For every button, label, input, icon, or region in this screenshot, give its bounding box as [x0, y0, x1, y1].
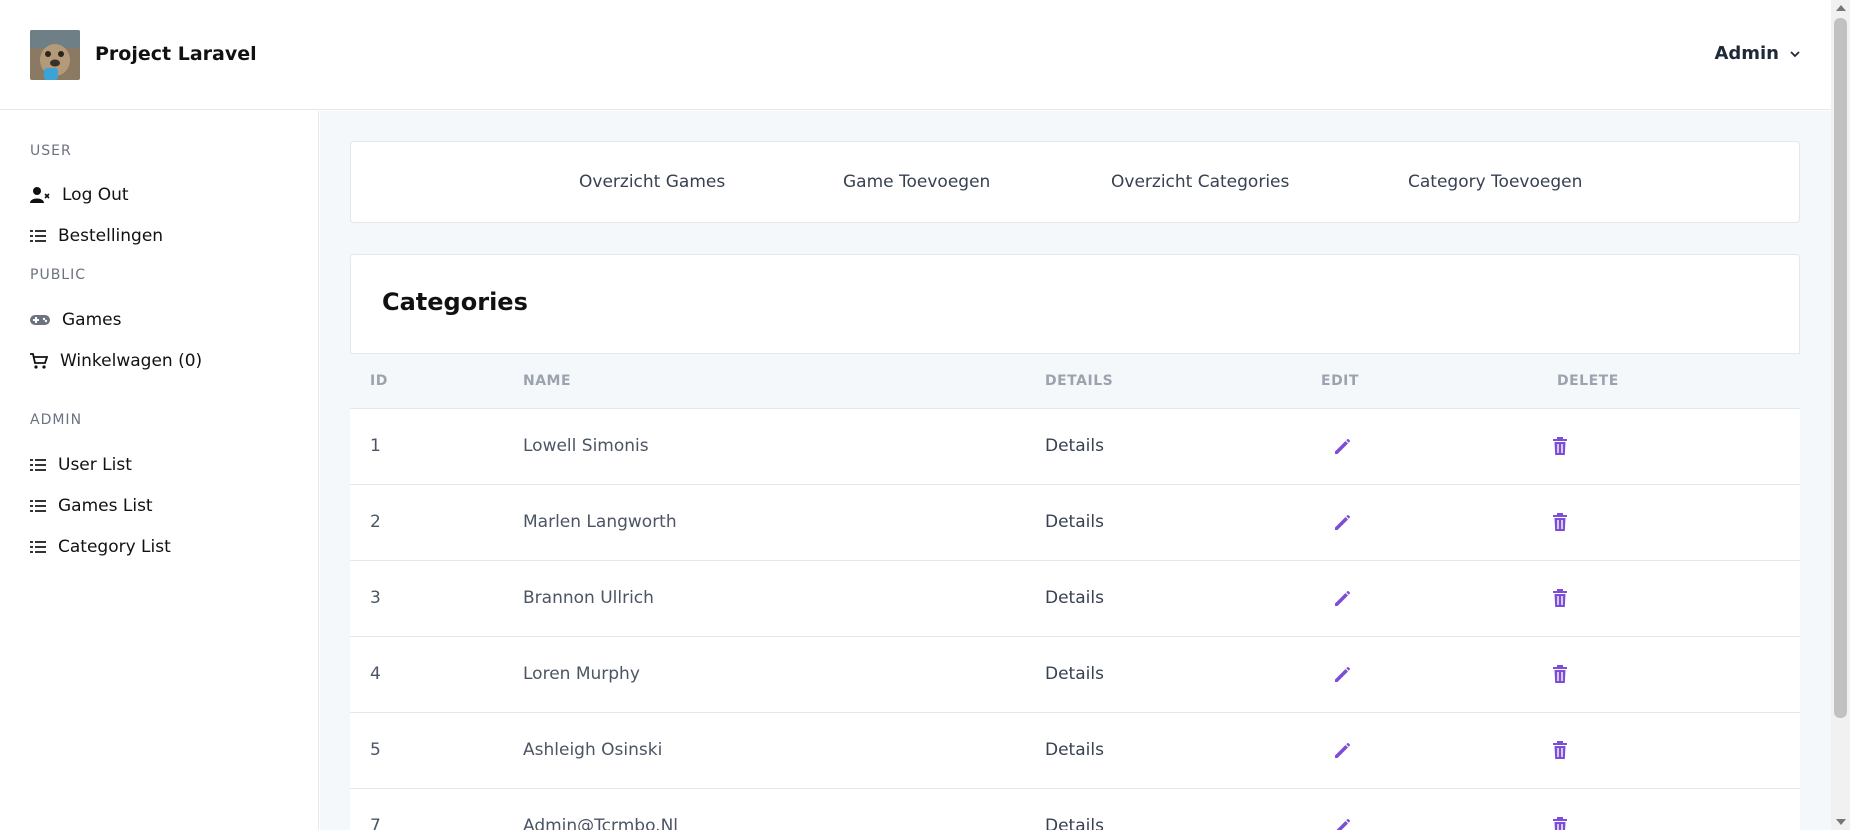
top-header: Project Laravel Admin — [0, 0, 1831, 110]
row-name: Marlen Langworth — [523, 512, 677, 532]
nav-overzicht-categories[interactable]: Overzicht Categories — [1111, 172, 1289, 192]
delete-trash-icon[interactable] — [1548, 738, 1572, 762]
details-link[interactable]: Details — [1045, 664, 1104, 684]
page-scrollbar[interactable] — [1831, 0, 1850, 830]
row-id: 7 — [370, 816, 381, 830]
row-id: 3 — [370, 588, 381, 608]
edit-pencil-icon[interactable] — [1331, 662, 1355, 686]
sidebar-section-user: USER — [30, 143, 72, 159]
sidebar-item-games-list[interactable]: Games List — [30, 496, 153, 516]
sidebar-section-public: PUBLIC — [30, 267, 86, 283]
sidebar-item-games[interactable]: Games — [30, 310, 121, 330]
details-link[interactable]: Details — [1045, 740, 1104, 760]
gamepad-icon — [30, 315, 50, 325]
delete-trash-icon[interactable] — [1548, 814, 1572, 830]
brand-logo[interactable] — [30, 30, 80, 80]
row-id: 5 — [370, 740, 381, 760]
table-row: 5 Ashleigh Osinski Details — [350, 713, 1800, 789]
categories-table: ID NAME DETAILS EDIT DELETE 1 Lowell Sim… — [350, 354, 1800, 830]
details-link[interactable]: Details — [1045, 816, 1104, 830]
admin-topnav: Overzicht Games Game Toevoegen Overzicht… — [350, 141, 1800, 223]
row-name: Admin@Tcrmbo.Nl — [523, 816, 679, 830]
sidebar-item-label: Games List — [58, 496, 153, 516]
row-id: 2 — [370, 512, 381, 532]
nav-overzicht-games[interactable]: Overzicht Games — [579, 172, 725, 192]
sidebar-item-user-list[interactable]: User List — [30, 455, 132, 475]
delete-trash-icon[interactable] — [1548, 510, 1572, 534]
column-header-id: ID — [370, 373, 388, 389]
cart-icon — [30, 353, 48, 369]
sidebar-item-label: Category List — [58, 537, 171, 557]
page-title: Categories — [382, 288, 528, 316]
sidebar-item-bestellingen[interactable]: Bestellingen — [30, 226, 163, 246]
sidebar-item-label: Bestellingen — [58, 226, 164, 246]
sidebar-item-category-list[interactable]: Category List — [30, 537, 171, 557]
list-icon — [30, 500, 46, 512]
categories-card-header: Categories — [350, 254, 1800, 354]
column-header-details: DETAILS — [1045, 373, 1114, 389]
delete-trash-icon[interactable] — [1548, 434, 1572, 458]
details-link[interactable]: Details — [1045, 436, 1104, 456]
sidebar-item-label: Log Out — [62, 185, 129, 205]
sidebar-item-label: Games — [62, 310, 122, 330]
column-header-edit: EDIT — [1321, 373, 1359, 389]
sidebar-section-admin: ADMIN — [30, 412, 83, 428]
user-menu-label: Admin — [1714, 43, 1779, 64]
sidebar-item-label: User List — [58, 455, 132, 475]
row-id: 4 — [370, 664, 381, 684]
list-icon — [30, 541, 46, 553]
user-x-icon — [30, 187, 50, 203]
edit-pencil-icon[interactable] — [1331, 738, 1355, 762]
row-name: Brannon Ullrich — [523, 588, 654, 608]
main-content: Overzicht Games Game Toevoegen Overzicht… — [320, 111, 1831, 830]
nav-category-toevoegen[interactable]: Category Toevoegen — [1408, 172, 1582, 192]
row-id: 1 — [370, 436, 381, 456]
scrollbar-thumb[interactable] — [1834, 18, 1847, 718]
list-icon — [30, 230, 46, 242]
table-row: 1 Lowell Simonis Details — [350, 409, 1800, 485]
brand-title[interactable]: Project Laravel — [95, 43, 257, 65]
sidebar-item-winkelwagen[interactable]: Winkelwagen (0) — [30, 351, 202, 371]
table-row: 2 Marlen Langworth Details — [350, 485, 1800, 561]
sidebar-item-log-out[interactable]: Log Out — [30, 185, 129, 205]
delete-trash-icon[interactable] — [1548, 662, 1572, 686]
edit-pencil-icon[interactable] — [1331, 586, 1355, 610]
list-icon — [30, 459, 46, 471]
edit-pencil-icon[interactable] — [1331, 434, 1355, 458]
row-name: Lowell Simonis — [523, 436, 649, 456]
scroll-up-arrow-icon[interactable] — [1836, 5, 1846, 11]
user-menu-dropdown[interactable]: Admin — [1714, 43, 1801, 64]
table-row: 7 Admin@Tcrmbo.Nl Details — [350, 789, 1800, 830]
sidebar-item-label: Winkelwagen (0) — [60, 351, 203, 371]
edit-pencil-icon[interactable] — [1331, 510, 1355, 534]
column-header-delete: DELETE — [1557, 373, 1619, 389]
table-header-row: ID NAME DETAILS EDIT DELETE — [350, 354, 1800, 409]
chevron-down-icon — [1790, 50, 1800, 57]
edit-pencil-icon[interactable] — [1331, 814, 1355, 830]
row-name: Loren Murphy — [523, 664, 640, 684]
details-link[interactable]: Details — [1045, 512, 1104, 532]
table-row: 3 Brannon Ullrich Details — [350, 561, 1800, 637]
scroll-down-arrow-icon[interactable] — [1836, 819, 1846, 825]
details-link[interactable]: Details — [1045, 588, 1104, 608]
row-name: Ashleigh Osinski — [523, 740, 663, 760]
delete-trash-icon[interactable] — [1548, 586, 1572, 610]
sidebar: USER Log Out Bestellingen PUBLIC Games W… — [0, 111, 319, 830]
nav-game-toevoegen[interactable]: Game Toevoegen — [843, 172, 990, 192]
table-row: 4 Loren Murphy Details — [350, 637, 1800, 713]
column-header-name: NAME — [523, 373, 572, 389]
